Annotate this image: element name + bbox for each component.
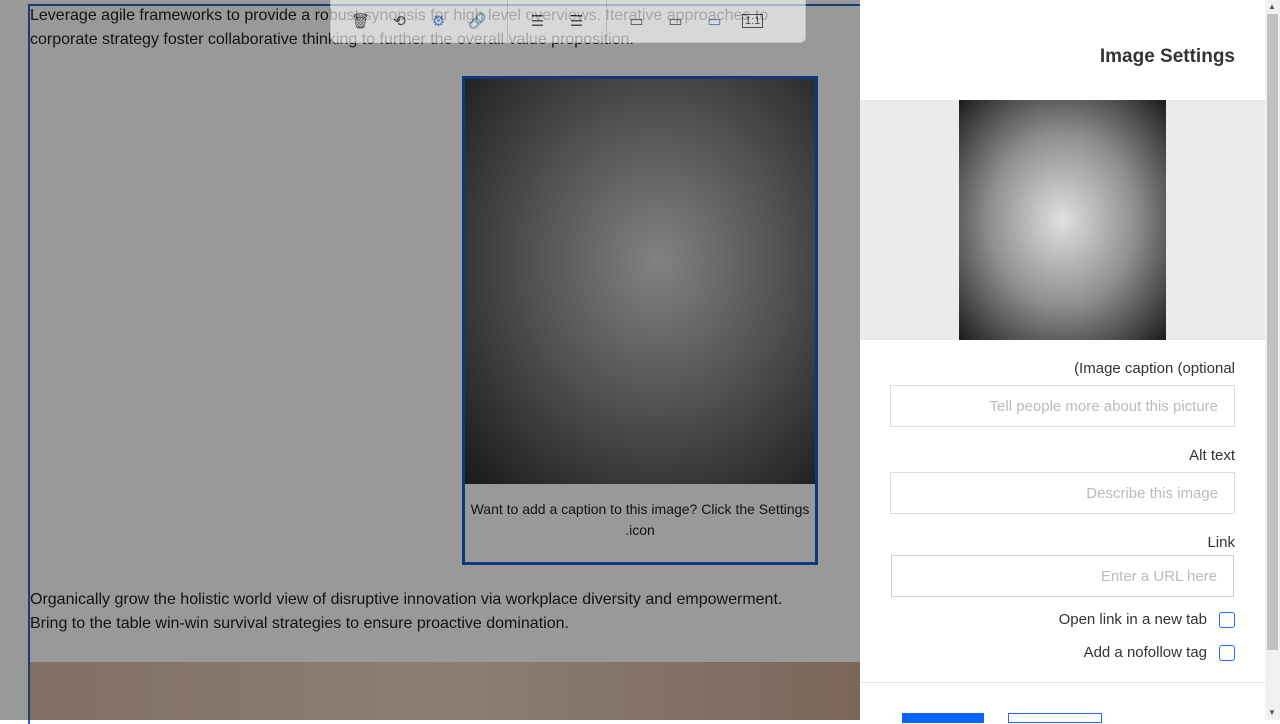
nofollow-label: Add a nofollow tag xyxy=(1083,644,1207,661)
fit-icon[interactable]: ▭ xyxy=(695,12,734,30)
image-toolbar: 🗑 ⟲ ⚙ 🔗 ☰ ☰ ▭ ▭ ▭ 1:1 xyxy=(330,0,806,43)
new-tab-option[interactable]: Open link in a new tab xyxy=(1059,611,1235,628)
scrollbar-thumb[interactable] xyxy=(1267,14,1278,650)
link-input[interactable] xyxy=(891,555,1234,597)
link-label: Link xyxy=(1207,534,1235,551)
cancel-button[interactable] xyxy=(1008,713,1102,723)
image-settings-panel: Image Settings (Image caption (optional … xyxy=(860,0,1265,723)
replace-icon[interactable]: ⟲ xyxy=(380,12,419,30)
new-tab-label: Open link in a new tab xyxy=(1058,611,1207,628)
original-size-icon[interactable]: 1:1 xyxy=(742,13,764,28)
full-width-icon[interactable]: ▭ xyxy=(617,12,656,30)
caption-input[interactable] xyxy=(890,385,1235,427)
wide-icon[interactable]: ▭ xyxy=(656,12,695,30)
scrollbar[interactable]: ▲ ▼ xyxy=(1265,0,1280,720)
link-icon[interactable]: 🔗 xyxy=(458,12,497,30)
panel-title: Image Settings xyxy=(1099,46,1235,67)
image-preview xyxy=(860,100,1265,340)
caption-label: (Image caption (optional xyxy=(1074,360,1235,377)
align-left-icon[interactable]: ☰ xyxy=(518,12,557,30)
nofollow-option[interactable]: Add a nofollow tag xyxy=(1084,644,1235,661)
alt-text-label: Alt text xyxy=(1189,447,1235,464)
alt-text-input[interactable] xyxy=(890,472,1235,514)
new-tab-checkbox[interactable] xyxy=(1219,611,1235,628)
save-button[interactable] xyxy=(902,713,984,723)
scroll-down-icon[interactable]: ▼ xyxy=(1268,708,1276,717)
preview-image xyxy=(959,100,1166,340)
nofollow-checkbox[interactable] xyxy=(1219,644,1235,661)
settings-icon[interactable]: ⚙ xyxy=(419,12,458,30)
divider xyxy=(860,682,1265,683)
scroll-up-icon[interactable]: ▲ xyxy=(1268,2,1276,11)
trash-icon[interactable]: 🗑 xyxy=(341,12,380,30)
align-right-icon[interactable]: ☰ xyxy=(557,12,596,30)
modal-overlay[interactable] xyxy=(0,0,860,720)
